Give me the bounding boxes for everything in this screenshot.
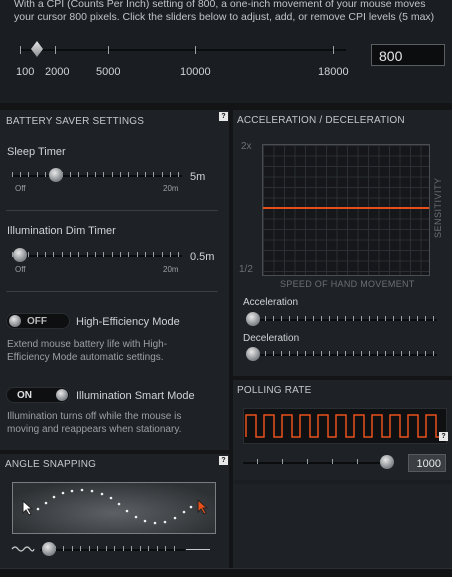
cpi-stage-handle[interactable]	[31, 41, 43, 57]
accel-x-axis-label: SPEED OF HAND MOVEMENT	[280, 279, 415, 289]
angle-snapping-track[interactable]	[40, 549, 185, 551]
sleep-min-label: Off	[15, 184, 26, 193]
cursor-red-icon	[197, 499, 209, 515]
battery-saver-panel: BATTERY SAVER SETTINGS ? Sleep Timer 5m …	[0, 110, 229, 450]
footer-bar	[0, 568, 452, 577]
deceleration-label: Deceleration	[243, 333, 300, 344]
cpi-description: With a CPI (Counts Per Inch) setting of …	[14, 0, 435, 23]
mouse-settings-window: With a CPI (Counts Per Inch) setting of …	[0, 0, 452, 577]
cpi-tick	[55, 46, 56, 54]
polling-rate-panel: POLLING RATE 1000	[233, 380, 452, 480]
accel-y-axis-label: SENSITIVITY	[433, 177, 443, 238]
smart-mode-label: Illumination Smart Mode	[76, 390, 195, 402]
polling-header: POLLING RATE	[237, 385, 312, 396]
snap-curve	[36, 488, 193, 525]
accel-y-bottom: 1/2	[239, 264, 253, 275]
angle-snapping-knob[interactable]	[42, 542, 56, 556]
sleep-timer-label: Sleep Timer	[7, 146, 66, 158]
accel-y-top: 2x	[241, 141, 252, 152]
polling-rate-value: 1000	[416, 458, 441, 470]
battery-divider	[6, 210, 218, 211]
acceleration-knob[interactable]	[246, 312, 260, 326]
cpi-tick	[195, 46, 196, 54]
square-wave	[245, 414, 444, 438]
cursor-white-icon	[22, 500, 34, 516]
dim-timer-value: 0.5m	[190, 251, 215, 263]
polling-rate-knob[interactable]	[380, 455, 394, 469]
high-efficiency-description: Extend mouse battery life with High-Effi…	[7, 339, 168, 363]
polling-help-button[interactable]: ?	[439, 432, 448, 441]
sleep-timer-knob[interactable]	[49, 168, 63, 182]
sleep-timer-value: 5m	[190, 171, 206, 183]
angle-preview	[12, 482, 216, 534]
angle-snapping-panel: ANGLE SNAPPING ?	[0, 454, 229, 568]
deceleration-knob[interactable]	[246, 347, 260, 361]
accel-curve	[263, 207, 429, 209]
cpi-slider-track[interactable]	[20, 49, 346, 51]
toggle-knob	[56, 389, 68, 401]
acceleration-panel: ACCELERATION / DECELERATION 2x 1/2 SENSI…	[233, 110, 452, 376]
high-efficiency-label: High-Efficiency Mode	[76, 316, 180, 328]
cpi-value: 800	[379, 48, 403, 64]
polling-waveform	[243, 408, 447, 444]
toggle-knob	[9, 315, 21, 327]
smart-mode-toggle[interactable]: ON	[6, 387, 70, 403]
empty-panel	[233, 484, 452, 568]
angle-help-button[interactable]: ?	[219, 456, 228, 465]
cpi-tick-label: 5000	[96, 66, 121, 78]
section-divider	[0, 103, 452, 110]
accel-graph	[262, 144, 430, 276]
battery-divider	[6, 291, 218, 292]
straight-line-icon	[186, 549, 210, 550]
polling-rate-value-box[interactable]: 1000	[408, 454, 446, 472]
battery-header: BATTERY SAVER SETTINGS	[6, 116, 145, 127]
cpi-tick-label: 100	[16, 66, 35, 78]
wave-icon	[11, 546, 35, 552]
cpi-tick-label: 18000	[318, 66, 349, 78]
polling-rate-track[interactable]	[243, 462, 393, 464]
cpi-tick-label: 10000	[180, 66, 211, 78]
smart-mode-description: Illumination turns off while the mouse i…	[7, 411, 182, 435]
sleep-max-label: 20m	[163, 184, 179, 193]
dim-timer-label: Illumination Dim Timer	[7, 225, 116, 237]
acceleration-label: Acceleration	[243, 297, 299, 308]
cpi-value-input[interactable]: 800	[371, 44, 445, 66]
dim-timer-knob[interactable]	[13, 248, 27, 262]
battery-help-button[interactable]: ?	[219, 112, 228, 121]
cpi-tick	[108, 46, 109, 54]
angle-header: ANGLE SNAPPING	[5, 459, 97, 470]
accel-header: ACCELERATION / DECELERATION	[237, 115, 405, 126]
toggle-state: OFF	[27, 316, 47, 327]
high-efficiency-toggle[interactable]: OFF	[6, 313, 70, 329]
cpi-tick-label: 2000	[45, 66, 70, 78]
cpi-tick	[20, 46, 21, 54]
dim-max-label: 20m	[163, 265, 179, 274]
toggle-state: ON	[17, 390, 32, 401]
cpi-tick	[333, 46, 334, 54]
dim-min-label: Off	[15, 265, 26, 274]
